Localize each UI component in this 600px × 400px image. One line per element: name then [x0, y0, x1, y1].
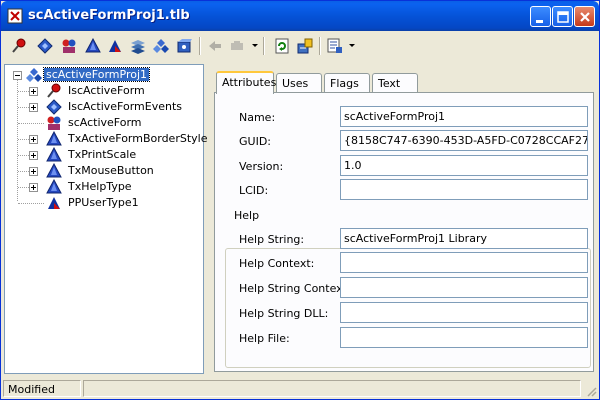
- title-bar[interactable]: scActiveFormProj1.tlb: [1, 1, 599, 31]
- tree-root-node[interactable]: scActiveFormProj1: [5, 67, 203, 83]
- expand-toggle-icon[interactable]: [29, 183, 38, 192]
- new-dispinterface-icon[interactable]: [35, 36, 55, 56]
- toolbar-separator: [319, 37, 321, 55]
- toolbar-separator: [199, 37, 201, 55]
- enum-cone-icon: [46, 162, 62, 179]
- help-file-label: Help File:: [239, 332, 290, 345]
- expand-toggle-icon[interactable]: [29, 151, 38, 160]
- status-bar: Modified: [1, 377, 599, 399]
- type-library-tree[interactable]: scActiveFormProj1 IscActiveForm IscActiv…: [4, 64, 207, 374]
- help-string-label: Help String:: [239, 233, 305, 246]
- version-field[interactable]: 1.0: [340, 155, 588, 176]
- tree-item-label[interactable]: IscActiveFormEvents: [68, 100, 182, 113]
- help-string-dll-label: Help String DLL:: [239, 307, 329, 320]
- close-button[interactable]: [574, 6, 595, 27]
- tree-line: [18, 123, 44, 124]
- tree-item-label[interactable]: TxMouseButton: [68, 164, 154, 177]
- expand-toggle-icon[interactable]: [29, 167, 38, 176]
- tree-item[interactable]: IscActiveFormEvents: [5, 99, 203, 115]
- tree-item-label[interactable]: IscActiveForm: [68, 84, 145, 97]
- help-string-dll-field[interactable]: [340, 302, 588, 323]
- tree-root-label[interactable]: scActiveFormProj1: [42, 67, 151, 82]
- properties-panel: Attributes Uses Flags Text Name: scActiv…: [209, 64, 598, 374]
- tree-item[interactable]: TxHelpType: [5, 178, 203, 195]
- interface-pin-icon: [46, 83, 62, 99]
- version-label: Version:: [239, 160, 284, 173]
- forward-icon[interactable]: [227, 36, 247, 56]
- tree-item[interactable]: TxActiveFormBorderStyle: [5, 130, 207, 147]
- enum-cone-icon: [46, 178, 62, 195]
- status-text: Modified: [3, 380, 81, 397]
- tab-label: Uses: [282, 77, 309, 90]
- tree-item[interactable]: IscActiveForm: [5, 83, 203, 99]
- new-union-icon[interactable]: [151, 36, 171, 56]
- expand-toggle-icon[interactable]: [29, 135, 38, 144]
- tree-item-label[interactable]: TxPrintScale: [68, 148, 136, 161]
- maximize-button[interactable]: [552, 6, 573, 27]
- help-context-label: Help Context:: [239, 257, 315, 270]
- type-library-tree-icon: [26, 67, 42, 83]
- chevron-down-icon[interactable]: [349, 44, 355, 47]
- export-icon[interactable]: [325, 36, 345, 56]
- tree-item[interactable]: scActiveForm: [5, 115, 203, 131]
- new-interface-icon[interactable]: [9, 36, 29, 56]
- new-module-icon[interactable]: [174, 36, 194, 56]
- enum-cone-icon: [46, 146, 62, 163]
- help-file-field[interactable]: [340, 327, 588, 348]
- type-library-icon: [7, 8, 23, 24]
- tree-item[interactable]: TxPrintScale: [5, 146, 203, 163]
- coclass-icon: [46, 115, 62, 131]
- main-window: scActiveFormProj1.tlb scActiveFormProj1 …: [0, 0, 600, 400]
- window-title: scActiveFormProj1.tlb: [28, 8, 190, 23]
- enum-cone-icon: [46, 130, 62, 147]
- new-alias-icon[interactable]: [105, 36, 125, 56]
- help-string-field[interactable]: scActiveFormProj1 Library: [340, 228, 588, 249]
- back-arrow-icon[interactable]: [205, 36, 225, 56]
- tree-item-label[interactable]: TxHelpType: [68, 180, 132, 193]
- status-pane-empty: [83, 380, 581, 397]
- tree-item-label[interactable]: PPUserType1: [68, 196, 139, 209]
- help-context-field[interactable]: [340, 252, 588, 273]
- dispinterface-diamond-icon: [46, 99, 62, 115]
- tab-label: Attributes: [222, 76, 277, 89]
- lcid-field[interactable]: [340, 179, 588, 200]
- register-icon[interactable]: [295, 36, 315, 56]
- tab-uses[interactable]: Uses: [276, 73, 322, 93]
- tree-line: [18, 203, 44, 204]
- refresh-icon[interactable]: [272, 36, 292, 56]
- tab-text[interactable]: Text: [372, 73, 418, 93]
- help-string-context-label: Help String Context:: [239, 282, 351, 295]
- lcid-label: LCID:: [239, 184, 269, 197]
- name-label: Name:: [239, 111, 276, 124]
- minimize-button[interactable]: [530, 6, 551, 27]
- new-coclass-icon[interactable]: [59, 36, 79, 56]
- tab-label: Flags: [330, 77, 359, 90]
- toolbar: [1, 31, 599, 61]
- tree-item-label[interactable]: scActiveForm: [68, 116, 142, 129]
- tree-item[interactable]: TxMouseButton: [5, 162, 203, 179]
- alias-icon: [46, 195, 62, 211]
- help-string-context-field[interactable]: [340, 277, 588, 298]
- tree-item[interactable]: PPUserType1: [5, 195, 203, 211]
- new-record-icon[interactable]: [128, 36, 148, 56]
- toolbar-separator: [263, 37, 265, 55]
- attributes-page: Name: scActiveFormProj1 GUID: {8158C747-…: [214, 92, 594, 372]
- resize-grip-icon[interactable]: [585, 385, 597, 397]
- guid-field[interactable]: {8158C747-6390-453D-A5FD-C0728CCAF273}: [340, 130, 588, 151]
- guid-label: GUID:: [239, 135, 271, 148]
- expand-toggle-icon[interactable]: [29, 87, 38, 96]
- tab-flags[interactable]: Flags: [324, 73, 370, 93]
- tab-label: Text: [378, 77, 401, 90]
- help-group-title: Help: [231, 209, 263, 222]
- name-field[interactable]: scActiveFormProj1: [340, 106, 588, 127]
- collapse-toggle-icon[interactable]: [13, 71, 22, 80]
- new-enum-icon[interactable]: [83, 36, 103, 56]
- tab-attributes[interactable]: Attributes: [216, 71, 277, 94]
- tree-item-label[interactable]: TxActiveFormBorderStyle: [68, 132, 207, 145]
- chevron-down-icon[interactable]: [252, 44, 258, 47]
- expand-toggle-icon[interactable]: [29, 103, 38, 112]
